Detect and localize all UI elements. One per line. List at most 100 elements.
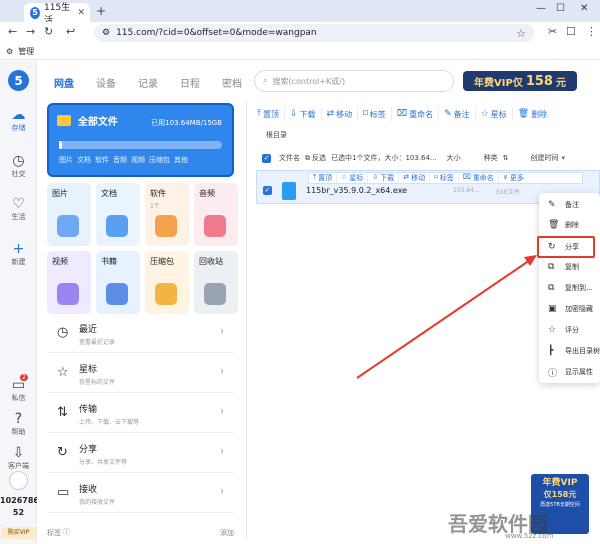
breadcrumb[interactable]: 根目录 xyxy=(266,130,287,140)
note-button[interactable]: ✎ 备注 xyxy=(439,107,476,121)
category-archive[interactable]: 压缩包 xyxy=(145,251,189,314)
download-button[interactable]: ⇩ 下载 xyxy=(285,107,322,121)
close-tab-icon[interactable]: ✕ xyxy=(77,8,85,18)
list-row-share[interactable]: ↻ 分享 分享、共享文件等 › xyxy=(47,433,234,473)
search-input[interactable]: ⌕ 搜索(control+K或/) xyxy=(254,70,454,92)
user-id-line2: 52 xyxy=(12,508,25,517)
rail-item-life[interactable]: ♡ 生活 xyxy=(0,196,37,222)
avatar[interactable] xyxy=(9,471,28,490)
row-star-button[interactable]: ☆ 星标 xyxy=(337,173,369,183)
extension-icon[interactable]: ✂ xyxy=(548,25,557,38)
tab-devices[interactable]: 设备 xyxy=(96,75,116,90)
invert-select-button[interactable]: 反选 xyxy=(312,153,326,163)
app-logo[interactable]: 5 xyxy=(8,70,29,91)
rail-item-storage[interactable]: ☁ 存储 xyxy=(0,107,37,133)
tag-button[interactable]: ⌑ 标签 xyxy=(358,107,392,121)
reload-icon[interactable]: ↻ xyxy=(44,25,53,38)
history-icon[interactable]: ↩ xyxy=(66,25,75,38)
profile-icon[interactable]: ☐ xyxy=(566,25,576,38)
row-pin-button[interactable]: ⤒ 置顶 xyxy=(309,173,338,183)
row-rename-button[interactable]: ⌧ 重命名 xyxy=(459,173,499,183)
minimize-icon[interactable]: — xyxy=(536,3,546,14)
browser-menu-icon[interactable]: ⋮ xyxy=(586,25,597,38)
list-row-receive[interactable]: ▭ 接收 我的接收文件 › xyxy=(47,473,234,513)
label-title: 标签 xyxy=(47,529,61,537)
tab-secret[interactable]: 密档 xyxy=(222,75,242,90)
browser-tab[interactable]: 5 115生活 ✕ xyxy=(24,3,90,26)
delete-button[interactable]: 🗑 删除 xyxy=(513,107,552,121)
rail-item-messages[interactable]: ▭ 2 私信 xyxy=(0,374,37,403)
cloud-icon: ☁ xyxy=(11,107,26,123)
tab-schedule[interactable]: 日程 xyxy=(180,75,200,90)
rail-item-client[interactable]: ⇩ 客户端 xyxy=(0,445,37,471)
row-tag-button[interactable]: ⌑ 标签 xyxy=(430,173,459,183)
list-row-transfer[interactable]: ⇅ 传输 上传、下载、云下载等 › xyxy=(47,393,234,433)
menu-item-copy[interactable]: ⧉ 复制 xyxy=(539,257,600,277)
info-icon[interactable]: ⓘ xyxy=(63,527,70,537)
move-button[interactable]: ⇄ 移动 xyxy=(322,107,359,121)
category-recycle[interactable]: 回收站 xyxy=(194,251,238,314)
invert-select-icon[interactable]: ⧉ xyxy=(305,154,310,163)
transfer-icon: ⇅ xyxy=(57,405,68,420)
buy-vip-button[interactable]: 购买VIP xyxy=(1,527,36,539)
pin-button[interactable]: ⤒ 置顶 xyxy=(252,107,285,121)
menu-item-rate[interactable]: ☆ 评分 xyxy=(539,320,600,340)
category-software[interactable]: 软件 1个 xyxy=(145,183,189,246)
add-label-button[interactable]: 添加 xyxy=(220,528,234,538)
tab-records[interactable]: 记录 xyxy=(138,75,158,90)
menu-item-note[interactable]: ✎ 备注 xyxy=(539,195,600,215)
header-created[interactable]: 创建时间 xyxy=(531,153,559,163)
row-desc: 分享、共享文件等 xyxy=(79,459,128,466)
site-info-icon[interactable]: ⚙ xyxy=(102,28,110,38)
list-row-star[interactable]: ☆ 星标 我星标的文件 › xyxy=(47,353,234,393)
sort-icon[interactable]: ⇅ xyxy=(503,154,509,162)
star-label: 星标 xyxy=(490,109,507,119)
storage-card[interactable]: 全部文件 已用103.64MB/15GB 图片 文档 软件 音频 视频 压缩包 … xyxy=(47,103,234,177)
menu-item-copy-to[interactable]: ⧉ 复制到... xyxy=(539,278,600,298)
file-checkbox[interactable]: ✓ xyxy=(263,186,272,195)
rail-item-social[interactable]: ◷ 社交 xyxy=(0,153,37,179)
file-name[interactable]: 115br_v35.9.0.2_x64.exe xyxy=(306,186,407,195)
row-move-label: 移动 xyxy=(411,174,426,182)
tab-netdisk[interactable]: 网盘 xyxy=(54,75,74,90)
url-text: 115.com/?cid=0&offset=0&mode=wangpan xyxy=(116,28,317,38)
vip-banner[interactable]: 年费VIP仅 158 元 xyxy=(463,71,577,91)
menu-item-export-tree[interactable]: ┣ 导出目录树 xyxy=(539,341,600,361)
bookmark-star-icon[interactable]: ☆ xyxy=(516,27,526,40)
star-button[interactable]: ☆ 星标 xyxy=(476,107,513,121)
address-bar[interactable]: ⚙ 115.com/?cid=0&offset=0&mode=wangpan ☆ xyxy=(94,24,534,42)
row-download-button[interactable]: ⇩ 下载 xyxy=(368,173,400,183)
new-tab-icon[interactable]: + xyxy=(96,4,106,18)
close-window-icon[interactable]: ✕ xyxy=(580,3,588,14)
category-video[interactable]: 视频 xyxy=(47,251,91,314)
list-row-recent[interactable]: ◷ 最近 查看最近记录 › xyxy=(47,313,234,353)
row-tag-label: 标签 xyxy=(439,174,454,182)
maximize-icon[interactable]: ☐ xyxy=(556,3,565,14)
menu-item-encrypt-hide[interactable]: ▣ 加密隐藏 xyxy=(539,299,600,319)
search-icon: ⌕ xyxy=(263,76,268,85)
message-badge: 2 xyxy=(20,374,28,381)
user-id-line1: 1026786 xyxy=(0,496,39,505)
category-doc[interactable]: 文档 xyxy=(96,183,140,246)
menu-item-properties[interactable]: ⓘ 显示属性 xyxy=(539,362,600,382)
rename-button[interactable]: ⌧ 重命名 xyxy=(392,107,440,121)
header-size[interactable]: 大小 xyxy=(447,153,461,163)
header-type[interactable]: 种类 xyxy=(484,153,498,163)
back-icon[interactable]: ← xyxy=(8,25,17,38)
row-move-button[interactable]: ⇄ 移动 xyxy=(399,173,431,183)
forward-icon[interactable]: → xyxy=(26,25,35,38)
chevron-right-icon: › xyxy=(220,406,224,417)
category-label: 文档 xyxy=(101,189,117,198)
category-audio[interactable]: 音频 xyxy=(194,183,238,246)
category-image[interactable]: 图片 xyxy=(47,183,91,246)
rail-item-help[interactable]: ? 帮助 xyxy=(0,411,37,437)
chevron-down-icon[interactable]: ▾ xyxy=(562,154,566,162)
header-filename[interactable]: 文件名 xyxy=(279,153,300,163)
category-books[interactable]: 书籍 xyxy=(96,251,140,314)
menu-item-delete[interactable]: 🗑 删除 xyxy=(539,215,600,235)
row-more-button[interactable]: ∨ 更多 xyxy=(499,173,528,183)
folder-icon xyxy=(57,115,71,126)
rail-item-new[interactable]: + 新建 xyxy=(0,241,37,267)
select-all-checkbox[interactable]: ✓ xyxy=(262,153,271,163)
bookmark-manage[interactable]: 管理 xyxy=(18,46,34,57)
